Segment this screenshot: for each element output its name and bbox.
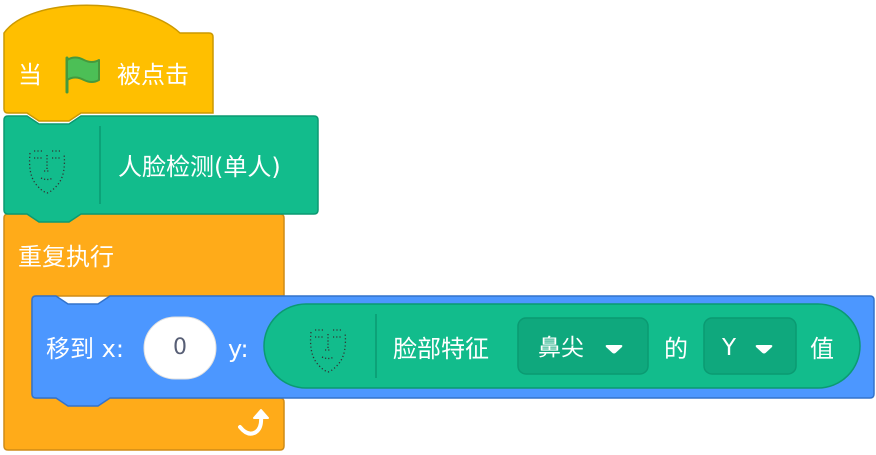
x-value-text: 0 [173, 335, 187, 360]
value-label: 值 [810, 335, 834, 363]
of-label: 的 [664, 335, 688, 363]
axis-dropdown-value: Y [722, 335, 737, 361]
hat-suffix-label: 被点击 [117, 61, 189, 89]
forever-label: 重复执行 [18, 243, 114, 271]
feature-dropdown-value: 鼻尖 [538, 335, 584, 361]
face-feature-label: 脸部特征 [393, 335, 489, 363]
axis-dropdown[interactable] [703, 317, 797, 375]
goto-label: 移到 x: [46, 335, 124, 363]
face-detect-label: 人脸检测(单人) [118, 153, 281, 181]
hat-prefix-label: 当 [18, 61, 42, 89]
y-label: y: [228, 335, 249, 363]
